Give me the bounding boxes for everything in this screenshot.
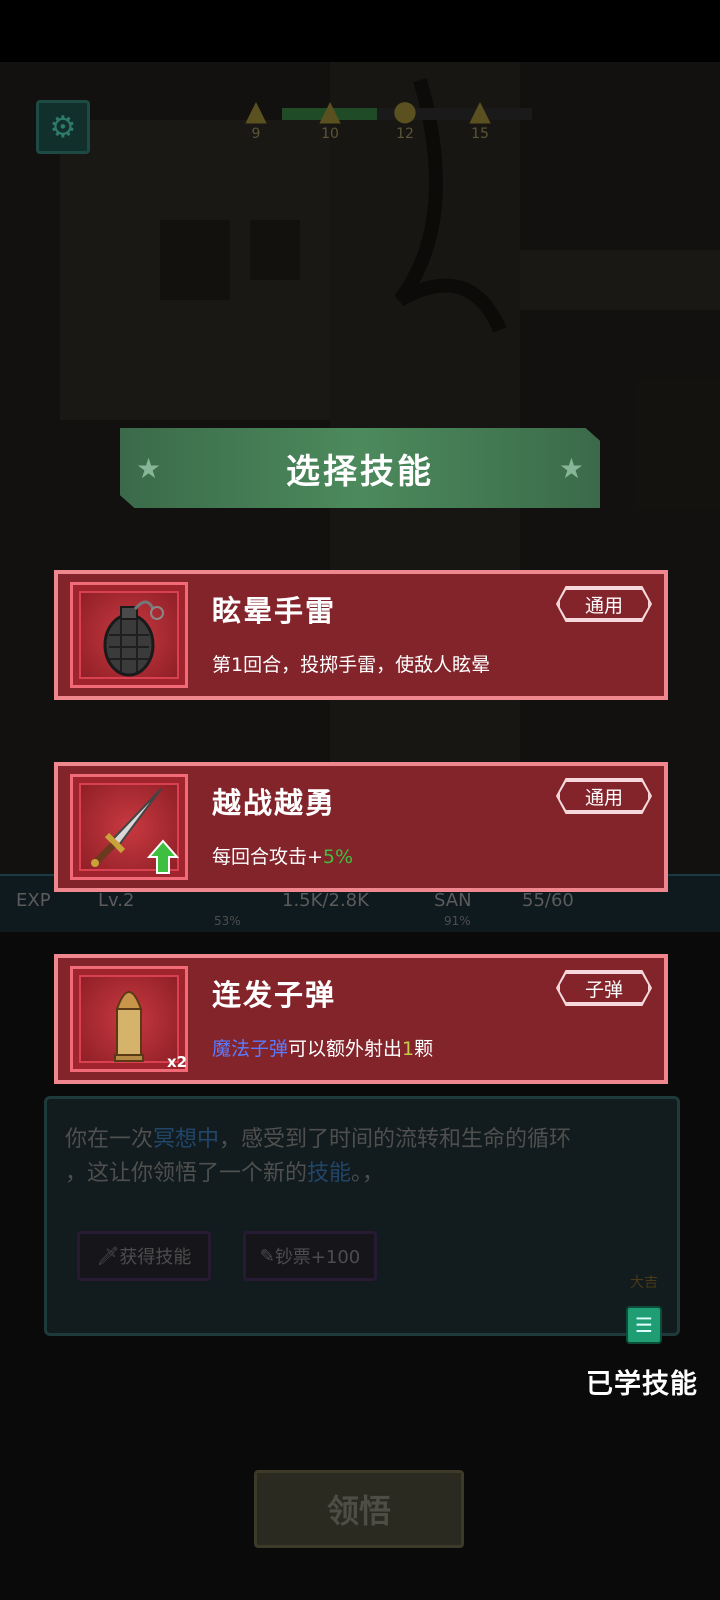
skill-desc-text: 每回合攻击+ [212,846,323,868]
skill-name: 连发子弹 [212,978,337,1012]
skill-icon-frame [70,582,188,688]
gear-icon: ⚙ [49,109,77,145]
skill-desc-keyword: 魔法子弹 [212,1038,289,1060]
learned-skills-label[interactable]: 已学技能 [586,1362,698,1401]
warning-marker: ▲ 15 [460,94,500,143]
money-icon: ✎ [259,1245,275,1267]
warning-count: 10 [321,126,339,142]
san-value: 55/60 [522,890,574,911]
skill-description: 魔法子弹可以额外射出1颗 [212,1034,433,1061]
skill-icon-frame [70,774,188,880]
hp-percent: 53% [214,914,241,928]
settings-button[interactable]: ⚙ [36,100,90,154]
skill-desc-value: 5% [322,846,354,868]
story-panel: 你在一次冥想中，感受到了时间的流转和生命的循环 ，这让你领悟了一个新的技能。， … [44,1096,680,1336]
warning-icon: ▲ [469,94,491,127]
warning-marker: ▲ 9 [236,94,276,143]
star-icon: ★ [136,452,162,485]
learned-skills-button[interactable]: ☰ [626,1306,662,1344]
hp-value: 1.5K/2.8K [282,890,369,911]
dialog-title: 选择技能 [286,451,434,492]
skill-desc-text: 可以额外射出 [288,1038,403,1060]
skill-desc-text: 第1回合，投掷手雷，使敌人眩晕 [212,654,491,676]
story-text-part: 你在一次 [65,1127,154,1152]
warning-icon: ▲ [319,94,341,127]
skill-tag: 通用 [558,588,650,620]
skill-card-stun-grenade[interactable]: 眩晕手雷 通用 第1回合，投掷手雷，使敌人眩晕 [54,570,668,700]
story-text-part: ，感受到了时间的流转和生命的循环 [219,1127,572,1152]
skill-tag: 通用 [558,780,650,812]
story-highlight: 冥想中 [153,1127,220,1152]
dagger-icon [91,788,180,874]
status-bar [0,0,720,62]
story-text: 你在一次冥想中，感受到了时间的流转和生命的循环 ，这让你领悟了一个新的技能。， [65,1123,665,1191]
warning-icon: ▲ [245,94,267,127]
story-text-part: ，这让你领悟了一个新的 [65,1161,308,1186]
luck-label: 大吉 [630,1275,658,1291]
skill-name: 越战越勇 [212,786,337,820]
warning-count: 9 [251,126,261,142]
level-label: Lv.2 [98,890,135,911]
star-icon: ★ [558,452,584,485]
arrow-up-icon [146,839,180,874]
san-label: SAN [434,890,472,911]
get-money-button[interactable]: ✎ 钞票+100 [243,1231,377,1281]
san-percent: 91% [444,914,471,928]
warning-marker: ▲ 10 [310,94,350,143]
sword-icon: 🗡 [96,1245,120,1267]
skill-card-burst-bullet[interactable]: x2 连发子弹 子弹 魔法子弹可以额外射出1颗 [54,954,668,1084]
skill-card-brave[interactable]: 越战越勇 通用 每回合攻击+5% [54,762,668,892]
skill-name: 眩晕手雷 [212,594,337,628]
story-highlight: 技能 [307,1161,352,1186]
bullet-count-badge: x2 [167,1053,188,1071]
warning-count: 15 [471,126,489,142]
skill-desc-value: 1 [402,1038,415,1060]
skill-description: 每回合攻击+5% [212,842,353,869]
skill-desc-text: 颗 [414,1038,434,1060]
alert-icon: ● [392,94,418,127]
notebook-icon: ☰ [635,1313,653,1337]
skill-tag: 子弹 [558,972,650,1004]
story-text-part: 。， [351,1161,385,1186]
skill-icon-frame: x2 [70,966,188,1072]
get-money-label: 钞票+100 [274,1247,361,1268]
exp-label: EXP [16,890,51,911]
skill-description: 第1回合，投掷手雷，使敌人眩晕 [212,650,490,677]
get-skill-button[interactable]: 🗡 获得技能 [77,1231,211,1281]
get-skill-label: 获得技能 [119,1247,192,1268]
comprehend-button[interactable]: 领悟 [254,1470,464,1548]
warning-marker: ● 12 [385,94,425,143]
grenade-icon [103,600,164,677]
dialog-title-banner: ★ 选择技能 ★ [120,428,600,508]
warning-count: 12 [396,126,414,142]
